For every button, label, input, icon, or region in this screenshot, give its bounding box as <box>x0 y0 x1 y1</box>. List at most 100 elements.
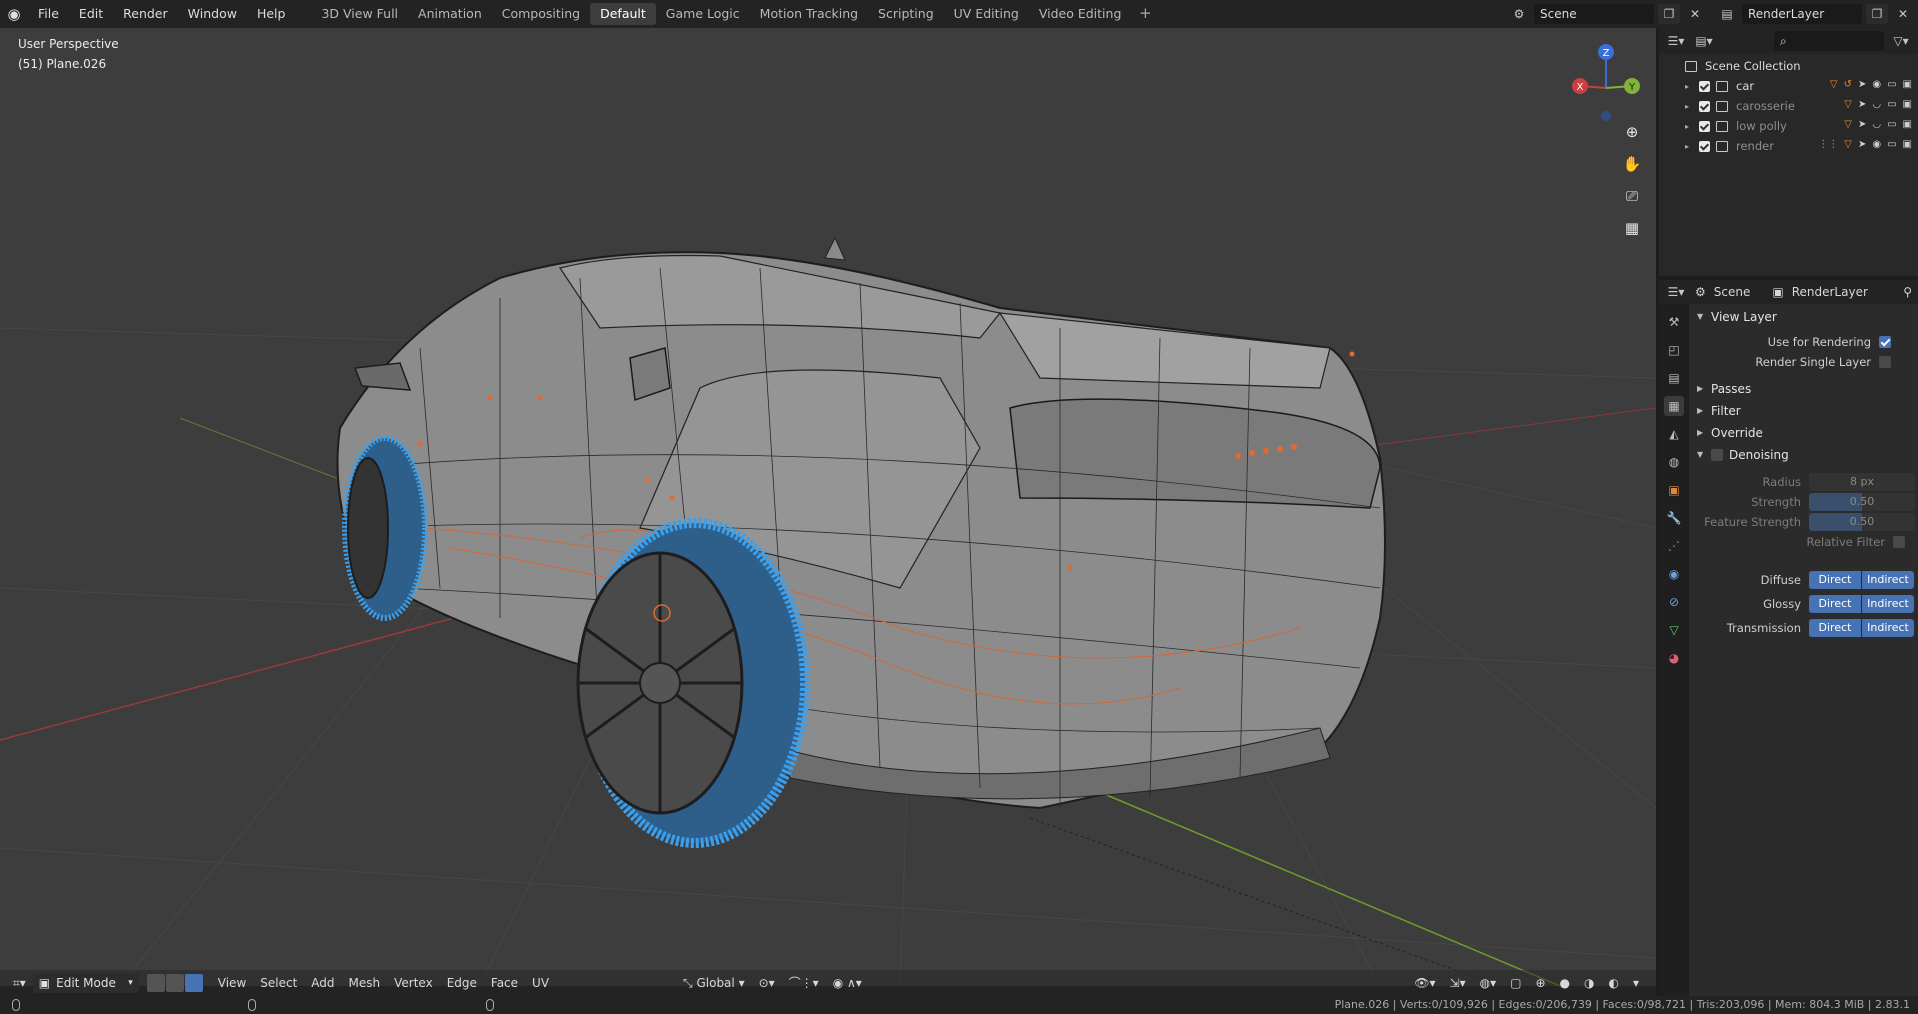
data-tab-icon[interactable]: ▽ <box>1664 620 1684 640</box>
radius-field[interactable]: 8 px <box>1809 473 1915 491</box>
outliner-search-input[interactable]: ⌕ <box>1774 31 1884 51</box>
modifier-tab-icon[interactable]: 🔧 <box>1664 508 1684 528</box>
eye-closed-icon[interactable]: ◡ <box>1872 99 1881 110</box>
xray-icon[interactable]: ▢ <box>1503 973 1528 993</box>
tab-motion-tracking[interactable]: Motion Tracking <box>750 3 868 25</box>
grid-view-icon[interactable]: ▦ <box>1618 216 1646 240</box>
diffuse-direct-button[interactable]: Direct <box>1809 571 1861 589</box>
menu-window[interactable]: Window <box>178 0 247 28</box>
render-toggle-icon[interactable]: ▣ <box>1903 139 1912 150</box>
view-layer-browse-icon[interactable]: ▤ <box>1716 4 1738 24</box>
collection-checkbox[interactable] <box>1699 100 1710 112</box>
wireframe-shading-icon[interactable]: ⊕ <box>1528 973 1552 993</box>
edge-select-icon[interactable] <box>165 974 184 992</box>
3d-viewport[interactable]: User Perspective (51) Plane.026 Z Y X ⊕ … <box>0 28 1656 986</box>
collection-row-carosserie[interactable]: ▸ carosserie ▽ ➤ ◡ ▭ ▣ <box>1659 96 1918 116</box>
proportional-edit-icon[interactable]: ◉ ∧▾ <box>826 973 869 993</box>
physics-tab-icon[interactable]: ◉ <box>1664 564 1684 584</box>
eye-closed-icon[interactable]: ◡ <box>1872 119 1881 130</box>
scene-name-field[interactable]: Scene <box>1534 4 1654 24</box>
eye-icon[interactable]: ◉ <box>1872 139 1881 150</box>
expand-arrow-icon[interactable]: ▸ <box>1685 102 1699 111</box>
filter-icon[interactable]: ▽▾ <box>1890 31 1912 51</box>
menu-add[interactable]: Add <box>304 973 341 993</box>
editor-type-icon[interactable]: ⌗▾ <box>6 973 33 993</box>
vertex-select-icon[interactable] <box>146 974 165 992</box>
view-layer-panel-header[interactable]: ▼ View Layer <box>1689 306 1918 328</box>
properties-layer-label[interactable]: RenderLayer <box>1792 285 1868 299</box>
constraint-tab-icon[interactable]: ⊘ <box>1664 592 1684 612</box>
expand-arrow-icon[interactable]: ▸ <box>1685 142 1699 151</box>
rendered-shading-icon[interactable]: ◐ <box>1601 973 1625 993</box>
menu-vertex[interactable]: Vertex <box>387 973 440 993</box>
blender-logo-icon[interactable]: ◉ <box>0 0 28 28</box>
denoising-checkbox[interactable] <box>1711 449 1723 461</box>
tab-compositing[interactable]: Compositing <box>492 3 590 25</box>
scene-browse-icon[interactable]: ⚙ <box>1508 4 1530 24</box>
tab-uv-editing[interactable]: UV Editing <box>944 3 1029 25</box>
pivot-point-icon[interactable]: ⊙▾ <box>752 973 782 993</box>
scene-tab-icon[interactable]: ◭ <box>1664 424 1684 444</box>
properties-scene-label[interactable]: Scene <box>1714 285 1751 299</box>
glossy-indirect-button[interactable]: Indirect <box>1862 595 1914 613</box>
close-view-layer-icon[interactable]: ✕ <box>1892 4 1914 24</box>
viewport-toggle-icon[interactable]: ▭ <box>1887 99 1896 110</box>
menu-face[interactable]: Face <box>484 973 525 993</box>
override-panel-header[interactable]: ▶ Override <box>1689 422 1918 444</box>
display-mode-icon[interactable]: ▤▾ <box>1693 31 1715 51</box>
menu-help[interactable]: Help <box>247 0 296 28</box>
transmission-indirect-button[interactable]: Indirect <box>1862 619 1914 637</box>
face-select-icon[interactable] <box>184 974 203 992</box>
select-toggle-icon[interactable]: ➤ <box>1858 139 1866 150</box>
copy-view-layer-icon[interactable]: ❐ <box>1866 4 1888 24</box>
collection-checkbox[interactable] <box>1699 120 1710 132</box>
neg-z-axis-icon[interactable] <box>1601 111 1611 121</box>
menu-mesh[interactable]: Mesh <box>342 973 388 993</box>
menu-select[interactable]: Select <box>253 973 304 993</box>
viewport-toggle-icon[interactable]: ▭ <box>1887 119 1896 130</box>
passes-panel-header[interactable]: ▶ Passes <box>1689 378 1918 400</box>
viewport-toggle-icon[interactable]: ▭ <box>1887 139 1896 150</box>
tab-animation[interactable]: Animation <box>408 3 492 25</box>
tab-video-editing[interactable]: Video Editing <box>1029 3 1132 25</box>
menu-file[interactable]: File <box>28 0 69 28</box>
transform-orientation-select[interactable]: ⤡ Global ▾ <box>676 973 752 993</box>
collection-row-low-polly[interactable]: ▸ low polly ▽ ➤ ◡ ▭ ▣ <box>1659 116 1918 136</box>
select-toggle-icon[interactable]: ➤ <box>1858 99 1866 110</box>
zoom-icon[interactable]: ⊕ <box>1618 120 1646 144</box>
menu-edit[interactable]: Edit <box>69 0 113 28</box>
collection-row-car[interactable]: ▸ car ▽ ↺ ➤ ◉ ▭ ▣ <box>1659 76 1918 96</box>
feature-strength-field[interactable]: 0.50 <box>1809 513 1915 531</box>
outliner-editor-icon[interactable]: ☰▾ <box>1665 31 1687 51</box>
menu-view[interactable]: View <box>211 973 253 993</box>
menu-uv[interactable]: UV <box>525 973 556 993</box>
view-layer-tab-icon[interactable]: ▦ <box>1664 396 1684 416</box>
expand-arrow-icon[interactable]: ▸ <box>1685 82 1699 91</box>
output-tab-icon[interactable]: ▤ <box>1664 368 1684 388</box>
glossy-direct-button[interactable]: Direct <box>1809 595 1861 613</box>
properties-editor-icon[interactable]: ☰▾ <box>1665 282 1687 302</box>
add-workspace-button[interactable]: + <box>1135 4 1155 24</box>
camera-icon[interactable]: ⎚ <box>1618 184 1646 208</box>
gizmo-toggle-icon[interactable]: ⇲▾ <box>1443 973 1473 993</box>
menu-edge[interactable]: Edge <box>440 973 484 993</box>
render-toggle-icon[interactable]: ▣ <box>1903 119 1912 130</box>
material-tab-icon[interactable]: ◕ <box>1664 648 1684 668</box>
menu-render[interactable]: Render <box>113 0 178 28</box>
scene-collection-row[interactable]: Scene Collection <box>1659 56 1918 76</box>
particles-tab-icon[interactable]: ⋰ <box>1664 536 1684 556</box>
pin-icon[interactable]: ⚲ <box>1903 285 1912 299</box>
render-toggle-icon[interactable]: ▣ <box>1903 99 1912 110</box>
tab-3d-view-full[interactable]: 3D View Full <box>311 3 408 25</box>
shading-options-icon[interactable]: ▾ <box>1626 973 1646 993</box>
eye-icon[interactable]: ◉ <box>1872 79 1881 90</box>
viewport-toggle-icon[interactable]: ▭ <box>1887 79 1896 90</box>
render-single-layer-checkbox[interactable] <box>1879 356 1891 368</box>
transmission-direct-button[interactable]: Direct <box>1809 619 1861 637</box>
object-tab-icon[interactable]: ▣ <box>1664 480 1684 500</box>
diffuse-indirect-button[interactable]: Indirect <box>1862 571 1914 589</box>
select-toggle-icon[interactable]: ➤ <box>1858 119 1866 130</box>
mode-select[interactable]: ▣ Edit Mode ▾ <box>32 973 139 993</box>
tab-default[interactable]: Default <box>590 3 656 25</box>
solid-shading-icon[interactable]: ● <box>1553 973 1577 993</box>
